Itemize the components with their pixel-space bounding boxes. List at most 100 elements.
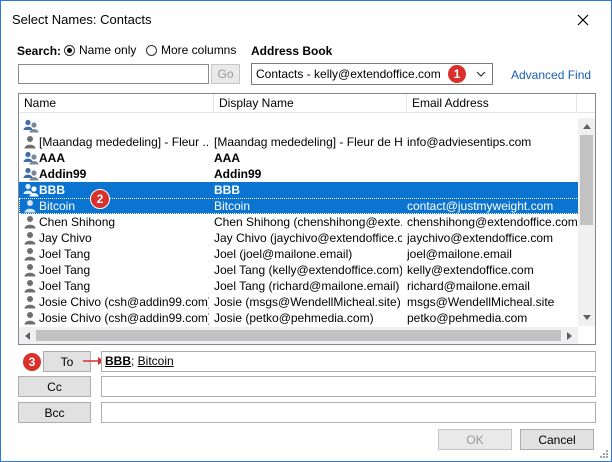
close-button[interactable]: [561, 5, 605, 35]
contact-row[interactable]: Joel Tang Joel Tang (kelly@extendoffice.c…: [19, 262, 579, 278]
scroll-left-icon[interactable]: [19, 327, 36, 344]
contact-person-icon: [23, 310, 39, 326]
advanced-find-link[interactable]: Advanced Find: [511, 68, 591, 82]
contact-display-name: Joel (joel@mailone.email): [214, 247, 353, 261]
ok-button[interactable]: OK: [438, 429, 512, 450]
contact-email: jaychivo@extendoffice.com: [407, 231, 554, 245]
chevron-down-icon: [476, 71, 486, 77]
bcc-button[interactable]: Bcc: [18, 402, 91, 423]
cc-button-label: Cc: [47, 379, 62, 394]
bcc-button-label: Bcc: [44, 405, 65, 420]
scroll-down-icon[interactable]: [578, 309, 595, 326]
contact-email: info@adviesentips.com: [407, 135, 532, 149]
ok-button-label: OK: [466, 432, 484, 447]
contact-row[interactable]: [Maandag mededeling] - Fleur ... [Maandag…: [19, 134, 579, 150]
contact-name: Bitcoin: [39, 199, 76, 213]
contact-row[interactable]: Chen Shihong Chen Shihong (chenshihong@ex…: [19, 214, 579, 230]
contact-row[interactable]: Joel Tang Joel (joel@mailone.email) joel@m…: [19, 246, 579, 262]
contact-group-icon: [23, 166, 39, 182]
contact-name: Joel Tang: [39, 263, 91, 277]
contact-name: Joel Tang: [39, 247, 91, 261]
column-header-display-name[interactable]: Display Name: [214, 94, 407, 112]
contact-person-icon: [23, 198, 39, 214]
cc-field[interactable]: [101, 376, 596, 397]
contact-name: Addin99: [39, 167, 87, 181]
horizontal-scroll-thumb[interactable]: [36, 330, 561, 341]
contact-row[interactable]: Joel Tang Joel Tang (richard@mailone.emai…: [19, 278, 579, 294]
contact-row[interactable]: Josie Chivo (csh@addin99.com) Josie (petk…: [19, 310, 579, 326]
contact-email: joel@mailone.email: [407, 247, 512, 261]
vertical-scroll-thumb[interactable]: [580, 135, 593, 225]
contact-person-icon: [23, 134, 39, 150]
contact-row[interactable]: [19, 118, 579, 134]
contact-row[interactable]: Jay Chivo Jay Chivo (jaychivo@extendoffic…: [19, 230, 579, 246]
resize-grip-icon[interactable]: [599, 449, 609, 459]
contact-group-icon: [23, 118, 39, 134]
to-recipient-bitcoin[interactable]: Bitcoin: [138, 354, 174, 368]
contact-person-icon: [23, 262, 39, 278]
contact-person-icon: [23, 278, 39, 294]
cancel-button-label: Cancel: [538, 432, 576, 447]
scroll-right-icon[interactable]: [561, 327, 578, 344]
cc-button[interactable]: Cc: [18, 376, 91, 397]
column-header-email[interactable]: Email Address: [407, 94, 577, 112]
window-title: Select Names: Contacts: [12, 12, 152, 27]
select-names-dialog: Select Names: Contacts Search: Name only…: [0, 0, 612, 462]
contact-email: petko@pehmedia.com: [407, 311, 528, 325]
go-button-label: Go: [217, 67, 234, 81]
contact-person-icon: [23, 294, 39, 310]
contact-email: richard@mailone.email: [407, 279, 530, 293]
contact-display-name: [Maandag mededeling] - Fleur de H...: [214, 135, 402, 149]
contact-name: Jay Chivo: [39, 231, 92, 245]
step-2-badge: 2: [90, 189, 110, 209]
title-bar: Select Names: Contacts: [1, 1, 611, 39]
contact-row[interactable]: Addin99 Addin99: [19, 166, 579, 182]
contact-display-name: Bitcoin: [214, 199, 251, 213]
radio-more-columns-label: More columns: [161, 43, 237, 57]
horizontal-scrollbar[interactable]: [19, 327, 578, 344]
search-label: Search:: [17, 44, 62, 58]
contact-display-name: Chen Shihong (chenshihong@exte...: [214, 215, 402, 229]
bcc-field[interactable]: [101, 402, 596, 423]
to-field[interactable]: BBB; Bitcoin: [101, 351, 596, 372]
radio-name-only[interactable]: Name only: [64, 43, 136, 57]
contact-display-name: AAA: [214, 151, 240, 165]
scroll-up-icon[interactable]: [578, 118, 595, 135]
contact-display-name: Josie (petko@pehmedia.com): [214, 311, 374, 325]
contact-person-icon: [23, 214, 39, 230]
contact-display-name: Joel Tang (richard@mailone.email): [214, 279, 400, 293]
list-header: Name Display Name Email Address: [19, 94, 595, 113]
to-button-label: To: [60, 354, 74, 369]
radio-button-checked: [64, 44, 75, 56]
contact-email: contact@justmyweight.com: [407, 199, 554, 213]
search-input[interactable]: [18, 64, 209, 84]
to-separator: ;: [131, 354, 138, 368]
contact-display-name: Josie (msgs@WendellMicheal.site): [214, 295, 401, 309]
list-rows: [Maandag mededeling] - Fleur ... [Maandag…: [19, 118, 579, 326]
contacts-list[interactable]: Name Display Name Email Address [Maandag…: [18, 93, 596, 345]
go-button[interactable]: Go: [211, 64, 240, 84]
contact-display-name: Addin99: [214, 167, 262, 181]
radio-button-unchecked: [146, 44, 157, 56]
contact-row[interactable]: Josie Chivo (csh@addin99.com) Josie (msgs…: [19, 294, 579, 310]
contact-display-name: BBB: [214, 183, 240, 197]
contact-name: [Maandag mededeling] - Fleur ...: [39, 135, 209, 149]
contact-person-icon: [23, 246, 39, 262]
vertical-scrollbar[interactable]: [578, 118, 595, 326]
contact-row[interactable]: AAA AAA: [19, 150, 579, 166]
contact-name: Chen Shihong: [39, 215, 116, 229]
radio-more-columns[interactable]: More columns: [146, 43, 236, 57]
contact-person-icon: [23, 230, 39, 246]
step-1-badge: 1: [448, 65, 466, 83]
contact-name: AAA: [39, 151, 65, 165]
step-3-badge: 3: [23, 353, 41, 371]
cancel-button[interactable]: Cancel: [520, 429, 594, 450]
to-recipient-bbb[interactable]: BBB: [105, 354, 131, 368]
contact-display-name: Joel Tang (kelly@extendoffice.com): [214, 263, 402, 277]
address-book-label: Address Book: [251, 44, 333, 58]
column-header-name[interactable]: Name: [19, 94, 214, 112]
contact-group-icon: [23, 150, 39, 166]
close-icon: [577, 14, 589, 26]
contact-name: BBB: [39, 183, 65, 197]
contact-email: msgs@WendellMicheal.site: [407, 295, 555, 309]
